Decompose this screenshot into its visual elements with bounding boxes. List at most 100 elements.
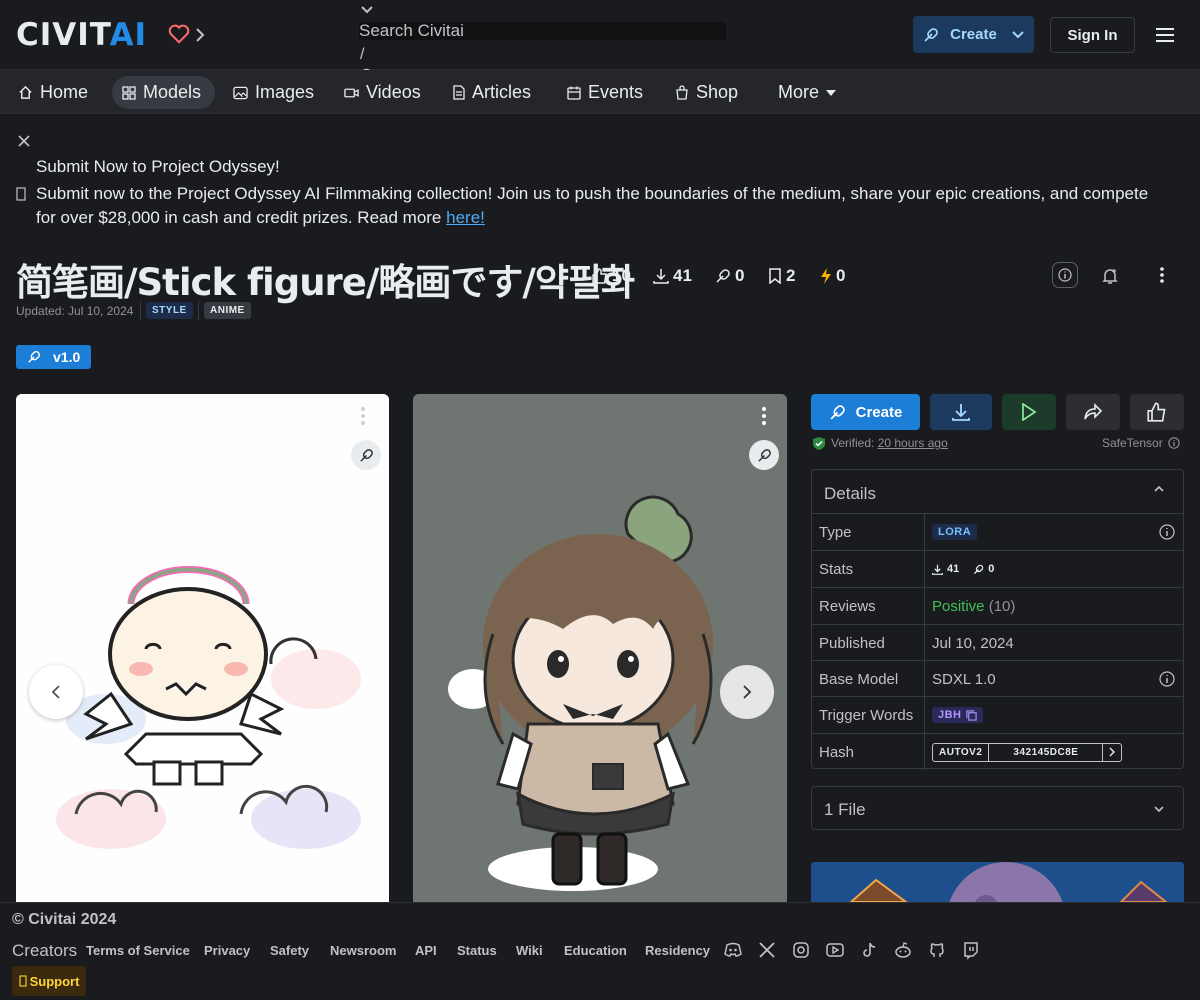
chevron-right-icon[interactable] <box>1103 744 1121 761</box>
verified-time[interactable]: 20 hours ago <box>878 436 948 450</box>
footer-link-residency[interactable]: Residency <box>645 943 710 958</box>
detail-row-published: Published Jul 10, 2024 <box>812 624 1183 661</box>
hash-value[interactable]: 342145DC8E <box>989 743 1104 761</box>
brush-icon <box>757 448 771 462</box>
updated-date: Updated: Jul 10, 2024 <box>16 304 134 318</box>
likes-stat[interactable]: 10 <box>592 266 631 286</box>
hash-box[interactable]: AUTOV2 342145DC8E <box>932 742 1123 762</box>
chevron-up-icon[interactable] <box>1153 485 1165 493</box>
file-icon <box>453 85 465 100</box>
notify-bell-button[interactable] <box>1097 263 1123 289</box>
version-badge[interactable]: v1.0 <box>16 345 91 369</box>
instagram-icon[interactable] <box>791 940 811 960</box>
heart-icon[interactable] <box>168 24 190 44</box>
generations-stat[interactable]: 0 <box>715 266 744 286</box>
carousel-prev-button[interactable] <box>29 665 83 719</box>
search-input[interactable] <box>359 22 726 40</box>
github-icon[interactable] <box>927 940 947 960</box>
chevron-down-icon[interactable] <box>1011 30 1025 40</box>
close-icon[interactable] <box>18 135 30 147</box>
footer-link-privacy[interactable]: Privacy <box>204 943 250 958</box>
support-button[interactable]: Support <box>12 966 86 996</box>
brush-icon <box>359 448 373 462</box>
info-button[interactable] <box>1052 262 1078 288</box>
divider <box>198 301 199 320</box>
civitai-logo[interactable]: CIVITAI <box>16 20 147 51</box>
carousel-next-button[interactable] <box>720 665 774 719</box>
footer-link-status[interactable]: Status <box>457 943 497 958</box>
twitch-icon[interactable] <box>961 940 981 960</box>
brush-icon <box>974 564 984 574</box>
more-options-button[interactable] <box>1149 262 1175 288</box>
dots-vertical-icon <box>1160 267 1164 283</box>
remix-button[interactable] <box>749 440 779 470</box>
footer-link-wiki[interactable]: Wiki <box>516 943 543 958</box>
page-title: 简笔画/Stick figure/略画です/약필화 <box>16 261 635 304</box>
promo-image[interactable] <box>811 862 1184 902</box>
like-button[interactable] <box>1130 394 1184 430</box>
search-hint: / <box>360 46 365 63</box>
info-icon[interactable] <box>1159 524 1175 540</box>
nav-item-home[interactable]: Home <box>10 76 96 109</box>
angel-chibi-image <box>16 394 389 914</box>
brush-icon <box>715 268 731 284</box>
reddit-icon[interactable] <box>893 940 913 960</box>
footer-link-newsroom[interactable]: Newsroom <box>330 943 396 958</box>
download-button[interactable] <box>930 394 992 430</box>
nav-item-shop[interactable]: Shop <box>667 76 746 109</box>
nav-item-videos[interactable]: Videos <box>336 76 429 109</box>
youtube-icon[interactable] <box>825 940 845 960</box>
chevron-right-icon[interactable] <box>194 27 206 43</box>
footer-link-safety[interactable]: Safety <box>270 943 309 958</box>
detail-row-trigger-words: Trigger Words JBH <box>812 696 1183 733</box>
create-generate-button[interactable]: Create <box>811 394 920 430</box>
shopping-bag-icon <box>675 85 689 100</box>
footer-link-api[interactable]: API <box>415 943 437 958</box>
nav-item-more[interactable]: More <box>770 76 844 109</box>
chevron-right-icon <box>743 685 752 699</box>
downloads-stat[interactable]: 41 <box>653 266 692 286</box>
tag-style[interactable]: STYLE <box>146 302 193 319</box>
trigger-word-badge[interactable]: JBH <box>932 707 983 723</box>
menu-icon[interactable] <box>1155 27 1175 43</box>
footer-link-education[interactable]: Education <box>564 943 627 958</box>
tag-anime[interactable]: ANIME <box>204 302 251 319</box>
tiktok-icon[interactable] <box>859 940 879 960</box>
sign-in-button[interactable]: Sign In <box>1050 17 1135 53</box>
preview-image-card[interactable] <box>413 394 787 914</box>
bell-plus-icon <box>1102 269 1118 284</box>
divider <box>140 301 141 320</box>
files-accordion[interactable]: 1 File <box>811 786 1184 830</box>
brush-icon <box>27 350 41 364</box>
run-button[interactable] <box>1002 394 1056 430</box>
preview-image-card[interactable] <box>16 394 389 914</box>
buzz-stat[interactable]: 0 <box>820 266 845 286</box>
share-button[interactable] <box>1066 394 1120 430</box>
chevron-down-icon[interactable] <box>360 4 374 16</box>
girl-chibi-image <box>413 394 787 914</box>
video-icon <box>344 87 359 99</box>
details-heading[interactable]: Details <box>824 484 876 504</box>
card-menu-icon[interactable] <box>361 406 365 426</box>
card-menu-icon[interactable] <box>762 406 766 426</box>
info-icon[interactable] <box>1168 437 1180 449</box>
reviews-value[interactable]: Positive (10) <box>924 588 1183 624</box>
bolt-icon <box>820 268 832 284</box>
discord-icon[interactable] <box>723 940 743 960</box>
banner-text: Submit now to the Project Odyssey AI Fil… <box>36 184 1149 227</box>
footer-creators-link[interactable]: Creators <box>12 941 77 961</box>
nav-item-articles[interactable]: Articles <box>445 76 539 109</box>
bookmarks-stat[interactable]: 2 <box>768 266 795 286</box>
nav-item-events[interactable]: Events <box>559 76 651 109</box>
hash-type[interactable]: AUTOV2 <box>933 743 990 761</box>
banner-link[interactable]: here! <box>446 208 485 227</box>
footer-link-terms[interactable]: Terms of Service <box>86 943 190 958</box>
remix-button[interactable] <box>351 440 381 470</box>
x-icon[interactable] <box>757 940 777 960</box>
detail-row-hash: Hash AUTOV2 342145DC8E <box>812 733 1183 770</box>
download-icon <box>932 564 943 575</box>
nav-item-images[interactable]: Images <box>225 76 322 109</box>
nav-item-models[interactable]: Models <box>112 76 216 109</box>
create-button[interactable]: Create <box>913 16 1034 53</box>
info-icon[interactable] <box>1159 671 1175 687</box>
